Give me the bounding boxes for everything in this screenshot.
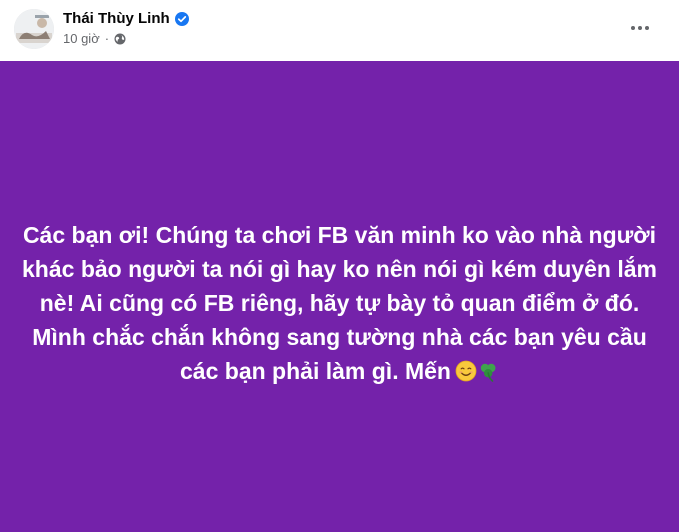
globe-icon[interactable] — [114, 33, 126, 45]
post-header: Thái Thùy Linh 10 giờ · — [0, 0, 679, 60]
smiling-face-icon — [455, 357, 477, 381]
shamrock-icon — [477, 357, 499, 382]
post-text: Các bạn ơi! Chúng ta chơi FB văn minh ko… — [22, 221, 657, 384]
author-name[interactable]: Thái Thùy Linh — [63, 9, 170, 29]
avatar-image — [14, 9, 54, 49]
meta-separator: · — [104, 31, 110, 46]
post-text-container: Các bạn ơi! Chúng ta chơi FB văn minh ko… — [20, 218, 660, 388]
author-row: Thái Thùy Linh — [63, 9, 189, 29]
more-options-button[interactable] — [624, 12, 656, 44]
post-background: Các bạn ơi! Chúng ta chơi FB văn minh ko… — [0, 61, 679, 532]
verified-badge-icon — [174, 12, 189, 26]
post-meta: 10 giờ · — [63, 31, 126, 47]
avatar[interactable] — [14, 9, 54, 49]
post-timestamp[interactable]: 10 giờ — [63, 31, 100, 47]
more-horizontal-icon — [631, 26, 649, 30]
